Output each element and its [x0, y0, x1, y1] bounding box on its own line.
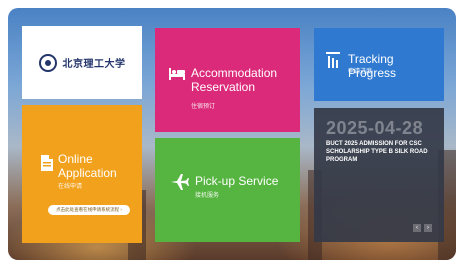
news-pager: ‹ › — [413, 224, 432, 232]
progress-icon — [326, 52, 340, 68]
pickup-title: Pick-up Service — [195, 174, 279, 188]
news-prev-button[interactable]: ‹ — [413, 224, 421, 232]
pickup-subtitle: 接机服务 — [195, 193, 220, 199]
online-application-subtitle: 在线申请 — [58, 184, 83, 190]
pickup-service-tile[interactable]: Pick-up Service 接机服务 — [155, 138, 300, 242]
news-next-button[interactable]: › — [424, 224, 432, 232]
university-name: 北京理工大学 — [62, 59, 126, 70]
online-application-tile[interactable]: Online Application 在线申请 点击此处查看在线申请系统流程 › — [22, 105, 142, 243]
accommodation-tile[interactable]: Accommodation Reservation 住宿预订 — [155, 28, 300, 132]
tracking-subtitle: 申请进度 — [348, 69, 373, 75]
accommodation-title: Accommodation Reservation — [191, 66, 278, 94]
news-date: 2025-04-28 — [326, 118, 424, 138]
application-process-button[interactable]: 点击此处查看在线申请系统流程 › — [48, 205, 130, 215]
news-tile[interactable]: 2025-04-28 BUCT 2025 ADMISSION FOR CSC S… — [314, 108, 444, 242]
tracking-progress-tile[interactable]: Tracking Progress 申请进度 — [314, 28, 444, 101]
accommodation-subtitle: 住宿预订 — [191, 104, 216, 110]
news-headline[interactable]: BUCT 2025 ADMISSION FOR CSC SCHOLARSHIP … — [326, 140, 434, 164]
airplane-icon — [171, 174, 189, 190]
university-seal-icon — [38, 53, 57, 72]
online-application-title: Online Application — [58, 152, 117, 180]
document-icon — [41, 155, 53, 171]
bed-icon — [169, 68, 185, 80]
university-logo[interactable]: 北京理工大学 — [22, 26, 142, 99]
